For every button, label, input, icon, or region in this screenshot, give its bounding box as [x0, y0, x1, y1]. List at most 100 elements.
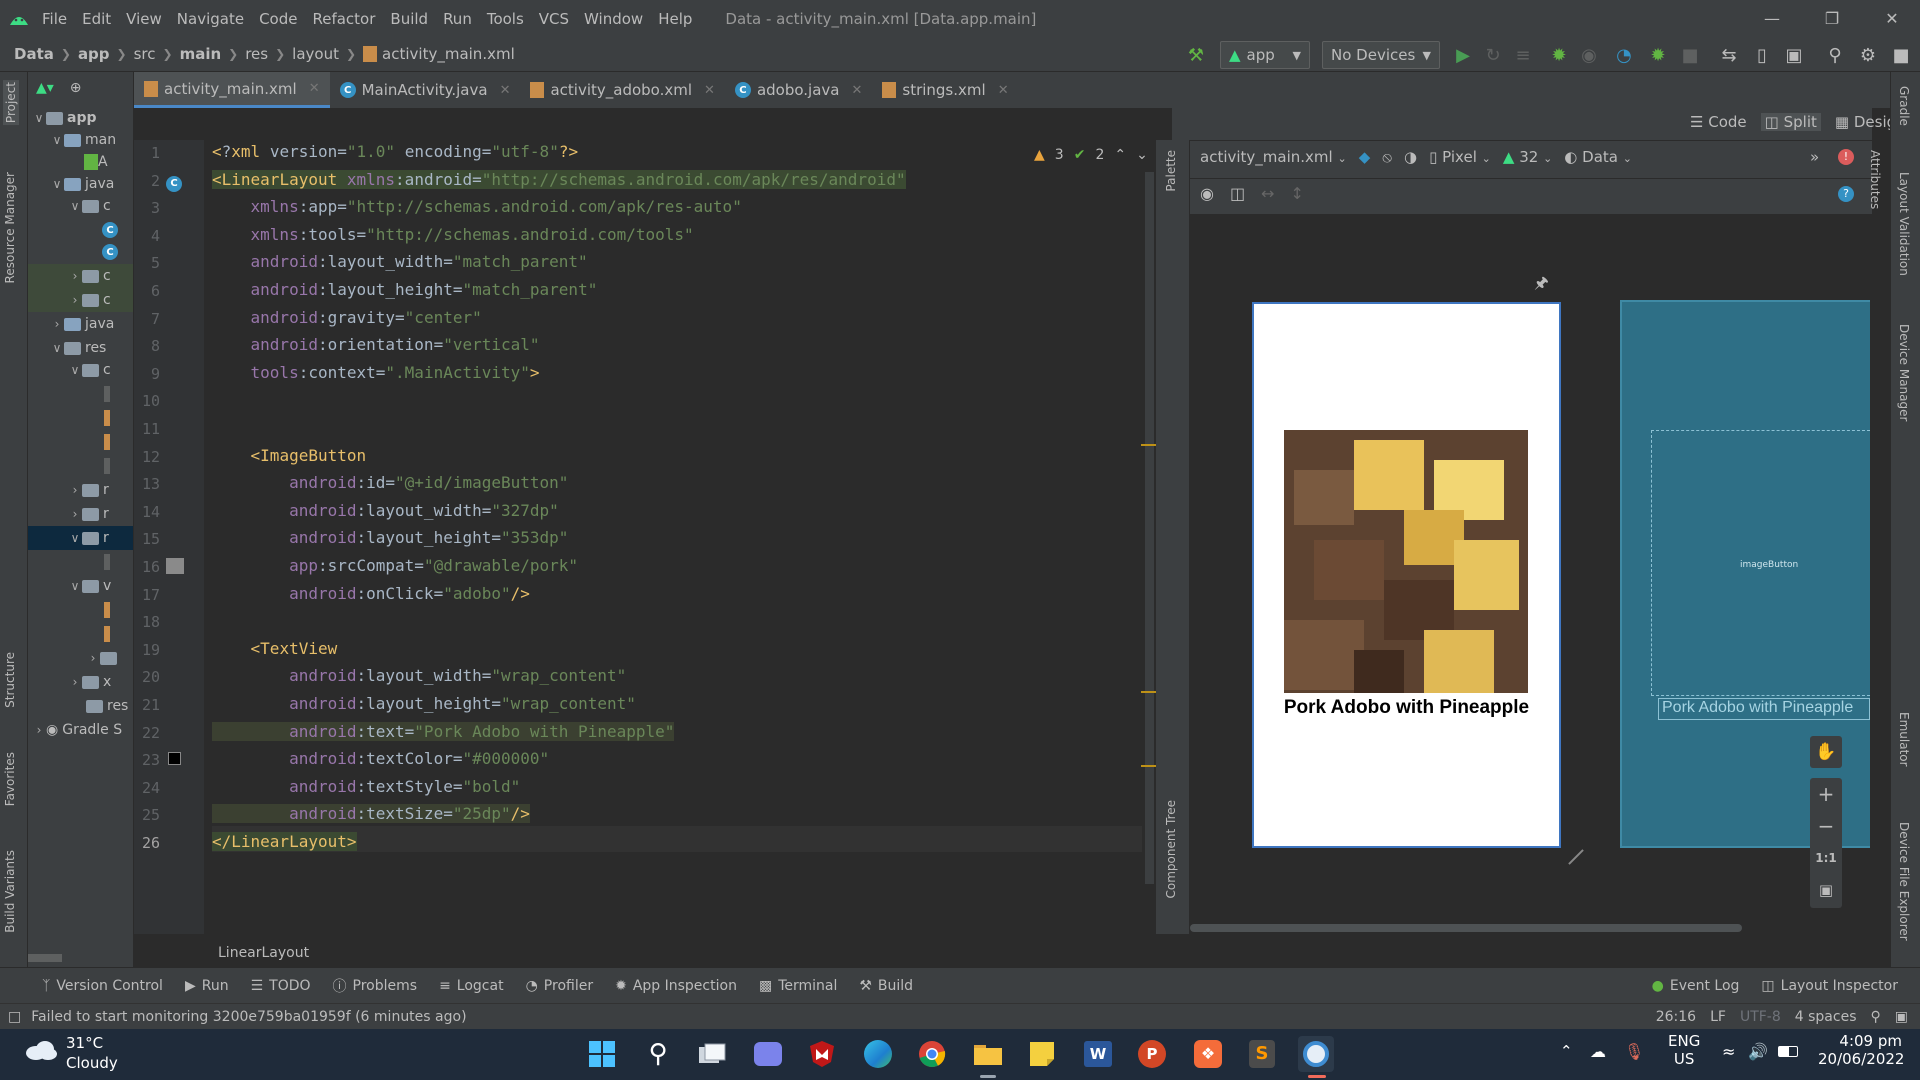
- code-line[interactable]: <ImageButton: [212, 446, 367, 465]
- tool-device-file-explorer[interactable]: Device File Explorer: [1897, 822, 1911, 941]
- tool-layout-validation[interactable]: Layout Validation: [1897, 172, 1911, 276]
- tool-terminal[interactable]: ▩ Terminal: [759, 978, 837, 994]
- windows-start-icon[interactable]: [584, 1036, 620, 1072]
- close-icon[interactable]: ✕: [309, 81, 320, 96]
- image-preview-icon[interactable]: [166, 558, 184, 574]
- tree-row[interactable]: ∨ res: [50, 336, 107, 360]
- tree-row[interactable]: › x: [68, 670, 112, 694]
- tool-event-log[interactable]: ● Event Log: [1652, 978, 1740, 994]
- breadcrumb-file[interactable]: activity_main.xml: [382, 45, 515, 63]
- menu-edit[interactable]: Edit: [82, 10, 111, 28]
- pin-icon[interactable]: 🖈: [1534, 272, 1549, 299]
- locate-icon[interactable]: ⊕: [70, 80, 82, 96]
- hammer-icon[interactable]: ⚒: [1184, 43, 1208, 67]
- menu-tools[interactable]: Tools: [487, 10, 524, 28]
- tree-row[interactable]: › c: [28, 264, 133, 288]
- code-line[interactable]: </LinearLayout>: [212, 832, 357, 851]
- tree-row[interactable]: C: [102, 218, 118, 242]
- line-separator[interactable]: LF: [1710, 1009, 1726, 1025]
- class-gutter-icon[interactable]: C: [166, 172, 182, 192]
- cloud-icon[interactable]: [24, 1040, 58, 1060]
- tree-row[interactable]: [104, 454, 110, 478]
- tool-resource-manager[interactable]: Resource Manager: [3, 172, 17, 283]
- code-line[interactable]: android:textSize="25dp"/>: [212, 804, 530, 824]
- minimize-button[interactable]: —: [1742, 0, 1802, 37]
- device-dropdown[interactable]: ▯ Pixel ⌄: [1429, 148, 1491, 166]
- horizontal-constraint-icon[interactable]: ↔: [1261, 184, 1274, 203]
- tree-row[interactable]: [104, 622, 110, 646]
- menu-help[interactable]: Help: [658, 10, 692, 28]
- tool-problems[interactable]: ⓘ Problems: [333, 976, 418, 996]
- sublime-text-icon[interactable]: S: [1244, 1036, 1280, 1072]
- volume-icon[interactable]: 🔊: [1748, 1042, 1768, 1061]
- code-line[interactable]: android:id="@+id/imageButton": [212, 473, 568, 492]
- tool-structure[interactable]: Structure: [3, 652, 17, 708]
- status-message[interactable]: Failed to start monitoring 3200e759ba019…: [31, 1009, 466, 1025]
- file-encoding[interactable]: UTF-8: [1740, 1009, 1781, 1025]
- layers-icon[interactable]: ◆: [1359, 148, 1371, 166]
- zoom-out-button[interactable]: −: [1810, 810, 1842, 842]
- close-window-button[interactable]: ✕: [1862, 0, 1920, 37]
- tree-row[interactable]: ∨ man: [50, 128, 117, 152]
- tool-app-inspection[interactable]: ✹ App Inspection: [615, 978, 737, 994]
- avatar[interactable]: ■: [1889, 43, 1913, 67]
- sdk-manager-icon[interactable]: ▣: [1782, 43, 1806, 67]
- vertical-constraint-icon[interactable]: ↕: [1291, 184, 1304, 203]
- status-panel-icon[interactable]: □: [8, 1009, 21, 1025]
- code-mode-button[interactable]: ☰ Code: [1690, 113, 1747, 131]
- edge-icon[interactable]: [860, 1036, 896, 1072]
- wifi-icon[interactable]: ≈: [1722, 1042, 1735, 1061]
- tree-row[interactable]: [104, 430, 110, 454]
- attach-debugger-icon[interactable]: ◉: [1577, 43, 1601, 67]
- vertical-scrollbar[interactable]: [1145, 172, 1154, 884]
- memory-indicator-icon[interactable]: ▣: [1895, 1009, 1908, 1025]
- menu-code[interactable]: Code: [259, 10, 297, 28]
- code-line[interactable]: xmlns:tools="http://schemas.android.com/…: [212, 225, 694, 244]
- sticky-notes-icon[interactable]: [1024, 1036, 1060, 1072]
- code-line[interactable]: android:layout_width="327dp": [212, 501, 559, 520]
- error-icon[interactable]: !: [1838, 149, 1854, 165]
- gear-icon[interactable]: ⚙: [1856, 43, 1880, 67]
- tree-row[interactable]: › r: [68, 502, 109, 526]
- tree-row[interactable]: [104, 382, 110, 406]
- close-icon[interactable]: ✕: [851, 83, 862, 98]
- code-line[interactable]: android:layout_height="353dp": [212, 528, 568, 547]
- caret-position[interactable]: 26:16: [1656, 1009, 1696, 1025]
- chevron-up-icon[interactable]: ⌃: [1114, 147, 1126, 163]
- device-manager-icon[interactable]: ▯: [1750, 43, 1774, 67]
- tree-row[interactable]: C: [102, 240, 118, 264]
- search-icon[interactable]: ⚲: [640, 1036, 676, 1072]
- tab-main-activity[interactable]: C MainActivity.java ✕: [330, 72, 521, 108]
- inspection-widget[interactable]: ▲ 3 ✔ 2 ⌃ ⌄: [1034, 147, 1148, 163]
- blueprint-toggle-icon[interactable]: ◫: [1230, 184, 1245, 203]
- code-line[interactable]: android:layout_width="wrap_content": [212, 666, 626, 685]
- tree-row[interactable]: [104, 406, 110, 430]
- language-indicator[interactable]: ENG US: [1668, 1032, 1700, 1068]
- code-line[interactable]: android:layout_height="wrap_content": [212, 694, 636, 713]
- breadcrumb-layout[interactable]: layout: [292, 45, 339, 63]
- tree-row[interactable]: ∨ java: [50, 172, 115, 196]
- chevron-down-icon[interactable]: ⌄: [1136, 147, 1148, 163]
- tree-row[interactable]: [104, 598, 110, 622]
- project-view-icon[interactable]: ▲▾ ⊕: [36, 76, 82, 100]
- chevron-up-icon[interactable]: ⌃: [1560, 1042, 1573, 1060]
- code-line[interactable]: <TextView: [212, 639, 338, 658]
- code-line[interactable]: <?xml version="1.0" encoding="utf-8"?>: [212, 142, 578, 161]
- teams-icon[interactable]: [750, 1036, 786, 1072]
- app-icon-orange[interactable]: ❖: [1190, 1036, 1226, 1072]
- text-view-preview[interactable]: Pork Adobo with Pineapple: [1252, 697, 1561, 719]
- tab-adobo-java[interactable]: Cadobo.java ✕: [725, 72, 872, 108]
- menu-view[interactable]: View: [126, 10, 162, 28]
- run-icon[interactable]: ▶: [1451, 43, 1475, 67]
- expand-toolbar-icon[interactable]: »: [1810, 148, 1819, 166]
- file-select-dropdown[interactable]: activity_main.xml ⌄: [1200, 148, 1347, 166]
- profile-icon[interactable]: ◔: [1612, 43, 1636, 67]
- powerpoint-icon[interactable]: P: [1134, 1036, 1170, 1072]
- tool-favorites[interactable]: Favorites: [3, 752, 17, 806]
- menu-run[interactable]: Run: [443, 10, 472, 28]
- night-mode-icon[interactable]: ⦸: [1382, 148, 1392, 166]
- mcafee-icon[interactable]: [804, 1036, 840, 1072]
- breadcrumb-main[interactable]: main: [180, 45, 222, 63]
- tab-activity-main[interactable]: activity_main.xml ✕: [134, 72, 330, 108]
- weather-temp[interactable]: 31°C: [66, 1034, 103, 1052]
